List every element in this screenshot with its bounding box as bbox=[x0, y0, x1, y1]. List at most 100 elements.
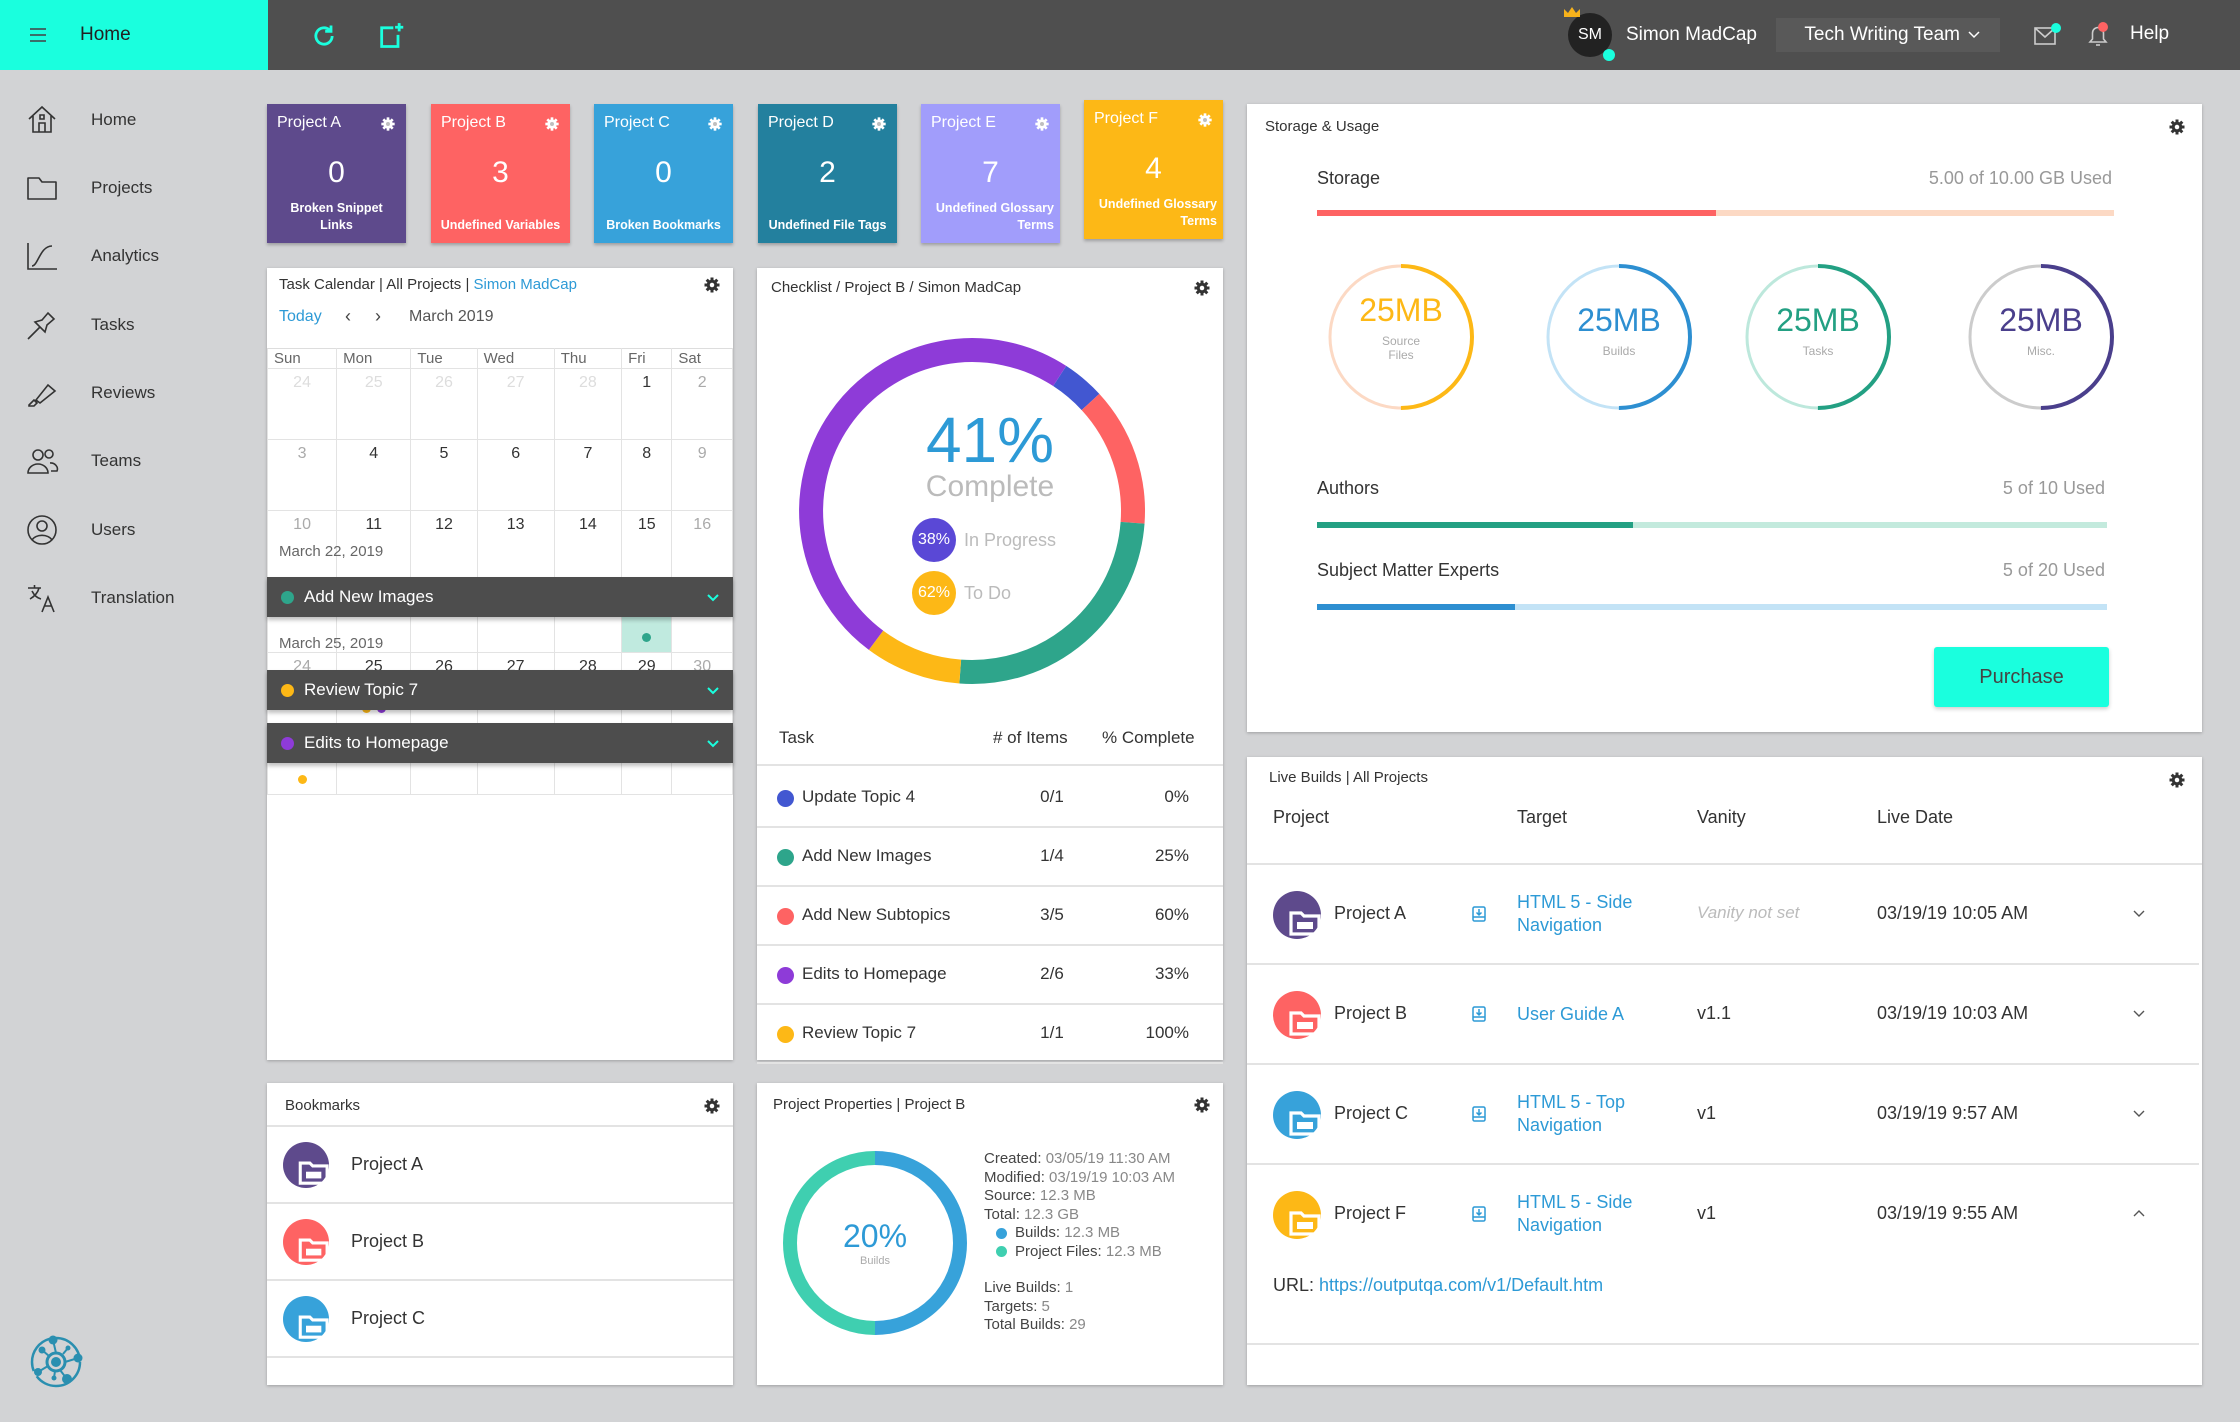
calendar-day[interactable]: 9 bbox=[671, 439, 733, 511]
purchase-button[interactable]: Purchase bbox=[1934, 647, 2109, 707]
calendar-day[interactable]: 14 bbox=[553, 510, 623, 582]
event-item[interactable]: Edits to Homepage bbox=[267, 723, 733, 763]
calendar-day[interactable]: 28 bbox=[553, 368, 623, 440]
sidebar-item-reviews[interactable]: Reviews bbox=[25, 373, 155, 413]
bookmark-item[interactable]: Project A bbox=[267, 1127, 733, 1204]
table-row[interactable]: Project C HTML 5 - Top Navigation v1 03/… bbox=[1247, 1065, 2199, 1165]
gear-icon[interactable] bbox=[703, 1097, 721, 1115]
calendar-day[interactable]: 27 bbox=[476, 368, 555, 440]
gear-icon[interactable] bbox=[2168, 771, 2186, 789]
sidebar-item-projects[interactable]: Projects bbox=[25, 168, 152, 208]
sidebar-item-home[interactable]: Home bbox=[25, 100, 136, 140]
calendar-day[interactable]: 8 bbox=[621, 439, 673, 511]
chevron-down-icon[interactable] bbox=[2131, 1105, 2147, 1121]
help-link[interactable]: Help bbox=[2130, 23, 2169, 45]
event-item[interactable]: Review Topic 7 bbox=[267, 670, 733, 710]
bookmark-item[interactable]: Project C bbox=[267, 1281, 733, 1358]
calendar-day[interactable]: 2 bbox=[671, 368, 733, 440]
home-header[interactable]: Home bbox=[0, 0, 268, 70]
calendar-day[interactable]: 13 bbox=[476, 510, 555, 582]
project-card[interactable]: Project F 4 Undefined Glossary Terms bbox=[1084, 100, 1223, 239]
today-button[interactable]: Today bbox=[279, 308, 322, 326]
download-icon[interactable] bbox=[1469, 904, 1489, 924]
table-row[interactable]: Review Topic 7 1/1 100% bbox=[757, 1004, 1223, 1064]
chevron-up-icon[interactable] bbox=[2131, 1205, 2147, 1221]
calendar-user-link[interactable]: Simon MadCap bbox=[474, 276, 577, 293]
donut-segment-update-topic-4[interactable] bbox=[1052, 365, 1100, 411]
team-selector[interactable]: Tech Writing Team bbox=[1776, 18, 2000, 52]
table-row[interactable]: Add New Images 1/4 25% bbox=[757, 827, 1223, 887]
target-link[interactable]: User Guide A bbox=[1517, 1003, 1657, 1026]
calendar-day[interactable]: 26 bbox=[410, 368, 478, 440]
refresh-icon[interactable] bbox=[310, 22, 338, 50]
project-name[interactable]: Project C bbox=[1334, 1103, 1408, 1124]
next-month-button[interactable]: › bbox=[375, 306, 381, 327]
gear-icon[interactable] bbox=[1193, 1096, 1211, 1114]
gear-icon[interactable] bbox=[544, 116, 560, 132]
chevron-down-icon[interactable] bbox=[2131, 1005, 2147, 1021]
donut-segment-review-topic-7[interactable] bbox=[868, 630, 962, 684]
event-item[interactable]: Add New Images bbox=[267, 577, 733, 617]
task-name: Review Topic 7 bbox=[802, 1023, 917, 1042]
chevron-down-icon[interactable] bbox=[2131, 905, 2147, 921]
calendar-day[interactable]: 12 bbox=[410, 510, 478, 582]
chevron-down-icon[interactable] bbox=[705, 682, 721, 698]
chevron-down-icon[interactable] bbox=[705, 735, 721, 751]
table-row[interactable]: Add New Subtopics 3/5 60% bbox=[757, 886, 1223, 946]
project-card[interactable]: Project E 7 Undefined Glossary Terms bbox=[921, 104, 1060, 243]
calendar-day[interactable]: 4 bbox=[336, 439, 412, 511]
prev-month-button[interactable]: ‹ bbox=[345, 306, 351, 327]
user-menu[interactable]: SM Simon MadCap bbox=[1564, 7, 1757, 61]
bookmark-item[interactable]: Project B bbox=[267, 1204, 733, 1281]
gear-icon[interactable] bbox=[1197, 112, 1213, 128]
url-link[interactable]: https://outputqa.com/v1/Default.htm bbox=[1319, 1275, 1603, 1295]
new-page-icon[interactable] bbox=[377, 22, 405, 50]
sidebar-item-users[interactable]: Users bbox=[25, 510, 135, 550]
target-link[interactable]: HTML 5 - Side Navigation bbox=[1517, 1191, 1657, 1237]
sidebar-item-translation[interactable]: Translation bbox=[25, 578, 174, 618]
sidebar-item-analytics[interactable]: Analytics bbox=[25, 236, 159, 276]
calendar-day[interactable]: 15 bbox=[621, 510, 673, 582]
calendar-day[interactable]: 6 bbox=[476, 439, 555, 511]
calendar-day[interactable]: 5 bbox=[410, 439, 478, 511]
table-row[interactable]: Update Topic 4 0/1 0% bbox=[757, 768, 1223, 828]
project-card[interactable]: Project A 0 Broken Snippet Links bbox=[267, 104, 406, 243]
avatar[interactable]: SM bbox=[1564, 7, 1615, 61]
project-name[interactable]: Project F bbox=[1334, 1203, 1406, 1224]
sidebar-item-teams[interactable]: Teams bbox=[25, 441, 141, 481]
calendar-day[interactable]: 24 bbox=[266, 368, 338, 440]
target-link[interactable]: HTML 5 - Top Navigation bbox=[1517, 1091, 1657, 1137]
download-icon[interactable] bbox=[1469, 1104, 1489, 1124]
gear-icon[interactable] bbox=[2168, 118, 2186, 136]
calendar-day[interactable]: 25 bbox=[336, 368, 412, 440]
project-name[interactable]: Project A bbox=[1334, 903, 1406, 924]
gear-icon[interactable] bbox=[1034, 116, 1050, 132]
download-icon[interactable] bbox=[1469, 1204, 1489, 1224]
download-icon[interactable] bbox=[1469, 1004, 1489, 1024]
project-card[interactable]: Project D 2 Undefined File Tags bbox=[758, 104, 897, 243]
table-row[interactable]: Project A HTML 5 - Side Navigation Vanit… bbox=[1247, 865, 2199, 965]
calendar-day[interactable]: 1 bbox=[621, 368, 673, 440]
gear-icon[interactable] bbox=[703, 276, 721, 294]
mail-icon[interactable] bbox=[2034, 22, 2062, 48]
property-value: 12.3 GB bbox=[1024, 1205, 1080, 1223]
project-name[interactable]: Project B bbox=[1334, 1003, 1407, 1024]
gear-icon[interactable] bbox=[1193, 279, 1211, 297]
target-link[interactable]: HTML 5 - Side Navigation bbox=[1517, 891, 1657, 937]
project-card[interactable]: Project C 0 Broken Bookmarks bbox=[594, 104, 733, 243]
sidebar-item-tasks[interactable]: Tasks bbox=[25, 305, 134, 345]
table-row[interactable]: Edits to Homepage 2/6 33% bbox=[757, 945, 1223, 1005]
calendar-day[interactable]: 3 bbox=[266, 439, 338, 511]
app-logo-icon[interactable] bbox=[28, 1332, 88, 1392]
table-row[interactable]: Project B User Guide A v1.1 03/19/19 10:… bbox=[1247, 965, 2199, 1065]
calendar-day[interactable]: 16 bbox=[671, 510, 733, 582]
calendar-day[interactable]: 7 bbox=[553, 439, 623, 511]
menu-icon[interactable] bbox=[30, 28, 46, 42]
table-row[interactable]: Project F HTML 5 - Side Navigation v1 03… bbox=[1247, 1165, 2199, 1345]
gear-icon[interactable] bbox=[871, 116, 887, 132]
chevron-down-icon[interactable] bbox=[705, 589, 721, 605]
gear-icon[interactable] bbox=[380, 116, 396, 132]
gear-icon[interactable] bbox=[707, 116, 723, 132]
bell-icon[interactable] bbox=[2084, 20, 2114, 50]
project-card[interactable]: Project B 3 Undefined Variables bbox=[431, 104, 570, 243]
